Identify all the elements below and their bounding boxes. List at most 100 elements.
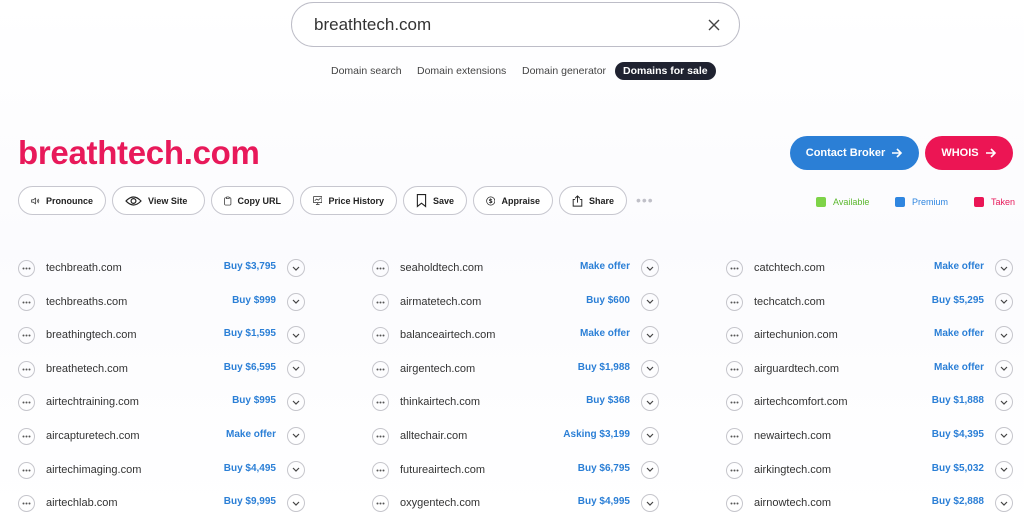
expand-button[interactable] <box>641 393 659 412</box>
tab-domain-generator[interactable]: Domain generator <box>522 62 606 80</box>
expand-button[interactable] <box>995 426 1013 445</box>
more-options-button[interactable] <box>372 327 389 345</box>
more-options-button[interactable] <box>18 394 35 412</box>
expand-button[interactable] <box>641 259 659 277</box>
price-link[interactable]: Asking $3,199 <box>563 429 630 440</box>
pronounce-button[interactable]: Pronounce <box>18 186 106 215</box>
domain-name[interactable]: airnowtech.com <box>754 497 831 509</box>
expand-button[interactable] <box>995 494 1013 513</box>
price-history-button[interactable]: Price History <box>300 186 397 215</box>
domain-name[interactable]: oxygentech.com <box>400 497 480 509</box>
price-link[interactable]: Buy $1,595 <box>224 328 276 339</box>
price-link[interactable]: Buy $6,595 <box>224 362 276 373</box>
domain-name[interactable]: airtechcomfort.com <box>754 396 848 408</box>
price-link[interactable]: Make offer <box>580 328 630 339</box>
tab-domain-extensions[interactable]: Domain extensions <box>417 62 506 80</box>
more-options-button[interactable] <box>372 461 389 479</box>
more-options-button[interactable] <box>726 293 743 311</box>
domain-name[interactable]: techbreaths.com <box>46 296 127 308</box>
search-input[interactable] <box>314 11 694 39</box>
more-options-button[interactable] <box>372 360 389 378</box>
domain-name[interactable]: breathetech.com <box>46 363 128 375</box>
more-actions-icon[interactable]: ••• <box>636 192 654 208</box>
expand-button[interactable] <box>287 494 305 513</box>
price-link[interactable]: Buy $3,795 <box>224 261 276 272</box>
more-options-button[interactable] <box>18 293 35 311</box>
domain-name[interactable]: futureairtech.com <box>400 464 485 476</box>
domain-name[interactable]: airtechimaging.com <box>46 464 141 476</box>
more-options-button[interactable] <box>18 327 35 345</box>
expand-button[interactable] <box>641 426 659 445</box>
expand-button[interactable] <box>287 393 305 412</box>
price-link[interactable]: Buy $1,988 <box>578 362 630 373</box>
expand-button[interactable] <box>287 259 305 277</box>
more-options-button[interactable] <box>726 427 743 445</box>
price-link[interactable]: Buy $1,888 <box>932 395 984 406</box>
domain-name[interactable]: alltechair.com <box>400 430 467 442</box>
price-link[interactable]: Buy $4,395 <box>932 429 984 440</box>
domain-name[interactable]: airgentech.com <box>400 363 475 375</box>
expand-button[interactable] <box>995 359 1013 378</box>
price-link[interactable]: Make offer <box>934 261 984 272</box>
price-link[interactable]: Buy $9,995 <box>224 496 276 507</box>
expand-button[interactable] <box>287 326 305 345</box>
more-options-button[interactable] <box>372 427 389 445</box>
contact-broker-button[interactable]: Contact Broker <box>790 136 919 170</box>
domain-name[interactable]: airmatetech.com <box>400 296 481 308</box>
expand-button[interactable] <box>287 292 305 311</box>
domain-name[interactable]: airkingtech.com <box>754 464 831 476</box>
domain-name[interactable]: techcatch.com <box>754 296 825 308</box>
more-options-button[interactable] <box>726 495 743 513</box>
expand-button[interactable] <box>995 393 1013 412</box>
appraise-button[interactable]: $ Appraise <box>473 186 553 215</box>
more-options-button[interactable] <box>18 360 35 378</box>
price-link[interactable]: Make offer <box>580 261 630 272</box>
expand-button[interactable] <box>641 494 659 513</box>
more-options-button[interactable] <box>372 394 389 412</box>
more-options-button[interactable] <box>18 427 35 445</box>
price-link[interactable]: Make offer <box>934 328 984 339</box>
expand-button[interactable] <box>287 426 305 445</box>
price-link[interactable]: Buy $5,295 <box>932 295 984 306</box>
expand-button[interactable] <box>641 326 659 345</box>
price-link[interactable]: Make offer <box>226 429 276 440</box>
more-options-button[interactable] <box>726 327 743 345</box>
price-link[interactable]: Buy $368 <box>586 395 630 406</box>
domain-name[interactable]: newairtech.com <box>754 430 831 442</box>
domain-name[interactable]: airtechunion.com <box>754 329 838 341</box>
price-link[interactable]: Make offer <box>934 362 984 373</box>
more-options-button[interactable] <box>372 260 389 277</box>
expand-button[interactable] <box>995 460 1013 479</box>
more-options-button[interactable] <box>372 293 389 311</box>
more-options-button[interactable] <box>726 260 743 277</box>
expand-button[interactable] <box>287 359 305 378</box>
more-options-button[interactable] <box>372 495 389 513</box>
price-link[interactable]: Buy $2,888 <box>932 496 984 507</box>
domain-name[interactable]: seaholdtech.com <box>400 262 483 274</box>
tab-domain-search[interactable]: Domain search <box>331 62 402 80</box>
domain-name[interactable]: catchtech.com <box>754 262 825 274</box>
expand-button[interactable] <box>641 292 659 311</box>
domain-name[interactable]: techbreath.com <box>46 262 122 274</box>
price-link[interactable]: Buy $600 <box>586 295 630 306</box>
more-options-button[interactable] <box>18 461 35 479</box>
price-link[interactable]: Buy $4,495 <box>224 463 276 474</box>
price-link[interactable]: Buy $999 <box>232 295 276 306</box>
domain-name[interactable]: aircapturetech.com <box>46 430 140 442</box>
expand-button[interactable] <box>995 292 1013 311</box>
expand-button[interactable] <box>995 326 1013 345</box>
save-button[interactable]: Save <box>403 186 467 215</box>
tab-domains-for-sale[interactable]: Domains for sale <box>615 62 716 80</box>
domain-name[interactable]: thinkairtech.com <box>400 396 480 408</box>
price-link[interactable]: Buy $5,032 <box>932 463 984 474</box>
more-options-button[interactable] <box>18 495 35 513</box>
domain-name[interactable]: airtechtraining.com <box>46 396 139 408</box>
expand-button[interactable] <box>287 460 305 479</box>
clear-search-button[interactable] <box>703 14 725 36</box>
domain-name[interactable]: balanceairtech.com <box>400 329 495 341</box>
copy-url-button[interactable]: Copy URL <box>211 186 294 215</box>
domain-name[interactable]: airguardtech.com <box>754 363 839 375</box>
expand-button[interactable] <box>641 460 659 479</box>
share-button[interactable]: Share <box>559 186 627 215</box>
domain-name[interactable]: breathingtech.com <box>46 329 137 341</box>
